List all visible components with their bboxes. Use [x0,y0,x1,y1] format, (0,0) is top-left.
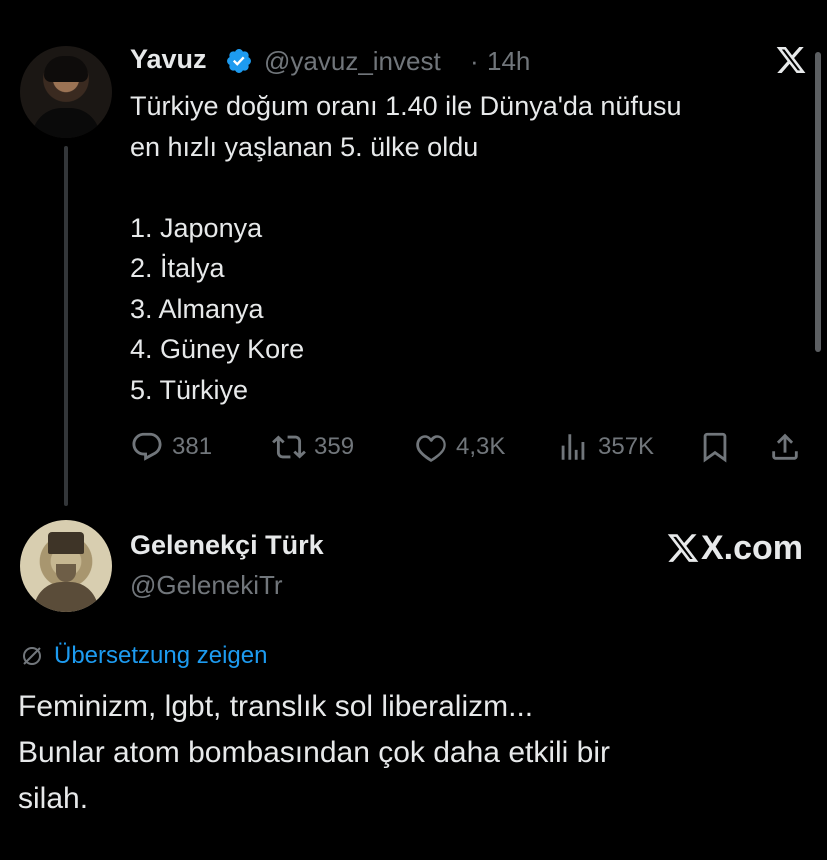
share-button[interactable] [768,430,802,464]
watermark-text: X.com [701,528,804,567]
reply-count: 381 [172,433,213,460]
reply-icon [132,432,162,461]
tweet-timestamp[interactable]: 14h [487,46,530,77]
translate-link[interactable]: Übersetzung zeigen [20,642,267,670]
tweet-text-line: 2. İtalya [130,253,225,283]
quoted-author-handle[interactable]: @GelenekiTr [130,570,283,601]
tweet-text-line: 1. Japonya [130,212,263,243]
tweet-text-line: 3. Almanya [130,293,264,324]
avatar-shirt [32,108,100,138]
like-count: 4,3K [456,433,506,460]
repost-icon [272,435,306,459]
author-avatar[interactable] [20,46,112,138]
reply-button[interactable]: 381 [130,430,212,464]
x-logo-icon [667,534,699,562]
heart-icon [416,435,446,463]
quoted-tweet-text: Feminizm, lgbt, translık sol liberalizm.… [18,684,808,822]
verified-badge-icon [227,49,251,73]
repost-count: 359 [314,433,355,460]
share-icon [772,433,798,460]
x-com-watermark: X.com [666,528,803,568]
scrollbar[interactable] [815,52,821,352]
separator-dot: · [470,46,479,76]
translate-icon [23,647,41,665]
like-button[interactable]: 4,3K [414,430,505,464]
quoted-text-line: silah. [18,782,89,815]
author-handle[interactable]: @yavuz_invest [264,46,441,77]
tweet-text-line: 4. Güney Kore [130,334,305,364]
repost-button[interactable]: 359 [272,430,354,464]
views-icon [561,434,585,460]
avatar-uniform [34,582,98,612]
tweet-text-line [130,167,800,208]
tweet-action-bar: 381 359 4,3K 357K [130,430,810,470]
views-count: 357K [598,433,655,460]
tweet-text-line: en hızlı yaşlanan 5. ülke oldu [130,131,479,162]
tweet-text: Türkiye doğum oranı 1.40 ile Dünya'da nü… [130,86,800,410]
avatar-beard [56,564,76,582]
thread-connector-line [64,146,68,506]
avatar-hat [48,532,84,554]
translate-label: Übersetzung zeigen [54,642,268,669]
tweet-text-line: Türkiye doğum oranı 1.40 ile Dünya'da nü… [130,91,682,121]
quoted-text-line: Feminizm, lgbt, translık sol liberalizm.… [18,690,534,723]
bookmark-icon [703,432,727,463]
quoted-author-name[interactable]: Gelenekçi Türk [130,530,324,561]
author-name[interactable]: Yavuz [130,44,207,75]
x-logo-icon [776,47,806,73]
tweet-text-line: 5. Türkiye [130,374,249,405]
views-button[interactable]: 357K [556,430,654,464]
quoted-author-avatar[interactable] [20,520,112,612]
quoted-text-line: Bunlar atom bombasından çok daha etkili … [18,736,611,769]
bookmark-button[interactable] [698,430,732,464]
avatar-hair [44,56,88,82]
